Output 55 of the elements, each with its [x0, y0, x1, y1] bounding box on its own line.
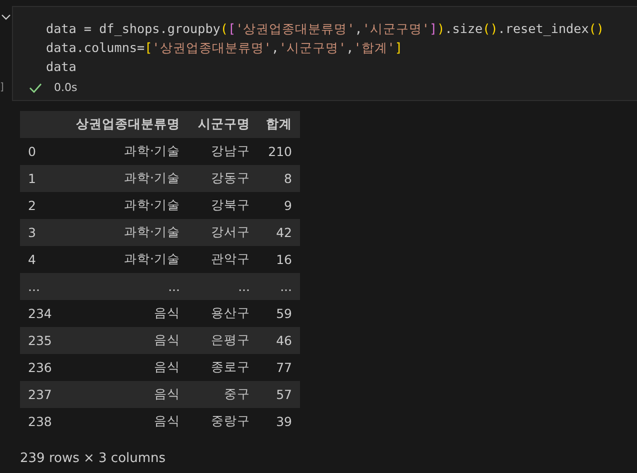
table-cell: 강서구 — [186, 219, 258, 246]
table-cell: 중구 — [186, 381, 258, 408]
row-index: 0 — [20, 138, 60, 165]
table-cell: 종로구 — [186, 354, 258, 381]
table-cell: ... — [186, 273, 258, 300]
execution-count: ] — [0, 82, 4, 93]
row-index: 235 — [20, 327, 60, 354]
table-cell: 음식 — [60, 408, 186, 435]
row-index: 237 — [20, 381, 60, 408]
table-cell: ... — [258, 273, 300, 300]
table-cell: 과학·기술 — [60, 246, 186, 273]
code-line: data = df_shops.groupby(['상권업종대분류명','시군구명']).size().reset_index() — [46, 20, 605, 38]
column-header: 시군구명 — [186, 111, 258, 138]
table-cell: 8 — [258, 165, 300, 192]
column-header: 상권업종대분류명 — [60, 111, 186, 138]
table-cell: 은평구 — [186, 327, 258, 354]
row-index: 238 — [20, 408, 60, 435]
table-cell: 9 — [258, 192, 300, 219]
table-cell: 강동구 — [186, 165, 258, 192]
row-index: 3 — [20, 219, 60, 246]
table-cell: 59 — [258, 300, 300, 327]
table-cell: 46 — [258, 327, 300, 354]
code-line: data.columns=['상권업종대분류명','시군구명','합계'] — [46, 39, 404, 57]
table-cell: 과학·기술 — [60, 165, 186, 192]
table-cell: 관악구 — [186, 246, 258, 273]
table-shape-text: 239 rows × 3 columns — [20, 451, 167, 466]
table-cell: 과학·기술 — [60, 192, 186, 219]
table-cell: 중랑구 — [186, 408, 258, 435]
table-cell: 음식 — [60, 327, 186, 354]
table-cell: 강북구 — [186, 192, 258, 219]
table-cell: 과학·기술 — [60, 138, 186, 165]
table-cell: 77 — [258, 354, 300, 381]
row-index: 236 — [20, 354, 60, 381]
table-cell: 210 — [258, 138, 300, 165]
row-index: 2 — [20, 192, 60, 219]
row-index: 234 — [20, 300, 60, 327]
row-index: 4 — [20, 246, 60, 273]
column-header: 합계 — [258, 111, 300, 138]
table-cell: 음식 — [60, 381, 186, 408]
table-cell: 57 — [258, 381, 300, 408]
row-index: ... — [20, 273, 60, 300]
table-cell: 음식 — [60, 354, 186, 381]
row-index: 1 — [20, 165, 60, 192]
table-cell: 용산구 — [186, 300, 258, 327]
table-cell: 39 — [258, 408, 300, 435]
chevron-icon[interactable] — [1, 14, 11, 20]
code-line: data — [46, 58, 78, 76]
code-cell[interactable]: data = df_shops.groupby(['상권업종대분류명','시군구명']).size().reset_index() data.columns=['상권업종대분류명','시군구명','합계'] data 0.0s — [12, 6, 637, 101]
table-cell: 16 — [258, 246, 300, 273]
table-cell: 과학·기술 — [60, 219, 186, 246]
table-cell: 강남구 — [186, 138, 258, 165]
execution-time: 0.0s — [54, 81, 78, 94]
table-cell: 42 — [258, 219, 300, 246]
table-cell: ... — [60, 273, 186, 300]
table-cell: 음식 — [60, 300, 186, 327]
